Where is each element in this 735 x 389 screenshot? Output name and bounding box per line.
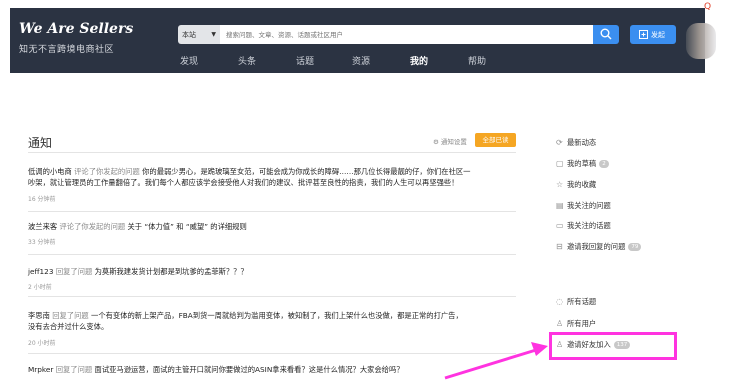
list-item: Mrpker 回复了问题 面试亚马逊运营，面试的主管开口就问你要做过的ASIN拿…	[28, 364, 518, 375]
search-icon	[600, 28, 612, 40]
sidebar-item-followed-questions[interactable]: ▤ 我关注的问题	[556, 201, 611, 213]
topic-icon: ◌	[556, 297, 563, 306]
top-header: We Are Sellers 知无不言跨境电商社区 本站 ▼ 发起 发现 头条 …	[10, 8, 716, 73]
divider	[28, 152, 516, 153]
sidebar-item-label: 最新动态	[567, 138, 597, 147]
search-input[interactable]	[220, 25, 593, 44]
sidebar-item-label: 邀请我回复的问题	[567, 242, 626, 251]
list-item: 波兰来客 评论了你发起的问题 关于 “体力值” 和 “威望” 的详细规则 33 …	[28, 221, 518, 246]
sidebar-item-favorites[interactable]: ☆ 我的收藏	[556, 180, 596, 192]
nav-item-resources[interactable]: 资源	[352, 54, 370, 67]
sidebar-item-label: 我关注的话题	[567, 221, 611, 230]
corner-search-icon: Q	[704, 2, 712, 12]
notice-text[interactable]: 为莫斯我建发货计划都是到坑爹的孟菲斯？？？	[95, 267, 248, 276]
post-button[interactable]: 发起	[630, 25, 676, 44]
notice-actor[interactable]: 低调的小电商	[28, 167, 72, 176]
sidebar-item-invited-questions[interactable]: ⊟ 邀请我回复的问题 79	[556, 242, 642, 254]
notice-actor[interactable]: jeff123	[28, 267, 53, 276]
notice-text[interactable]: 一个有变体的新上架产品，FBA到货一周就给判为滥用变体，被知制了，我们上架什么也…	[91, 311, 463, 320]
sidebar-item-label: 所有用户	[567, 319, 597, 328]
user-icon: ♙	[556, 319, 564, 328]
nav-item-help[interactable]: 帮助	[468, 54, 486, 67]
notice-actor[interactable]: 波兰来客	[28, 222, 57, 231]
sidebar-item-drafts[interactable]: ▢ 我的草稿 2	[556, 159, 609, 171]
nav-item-topics[interactable]: 话题	[296, 54, 314, 67]
notice-verb: 回复了问题	[52, 311, 89, 320]
search-scope-select[interactable]: 本站 ▼	[178, 25, 220, 44]
post-icon	[639, 30, 648, 39]
sidebar-item-label: 我的收藏	[567, 180, 597, 189]
highlight-box	[549, 332, 677, 360]
divider	[28, 353, 516, 354]
chevron-down-icon: ▼	[211, 31, 216, 38]
count-badge: 79	[628, 243, 642, 251]
page-title: 通知	[28, 136, 53, 150]
list-item: 低调的小电商 评论了你发起的问题 你的最弱少男心，是跪玻璃至女范，可能会成为你成…	[28, 166, 518, 203]
sidebar-item-label: 我的草稿	[567, 159, 597, 168]
gear-icon: ⚙	[433, 138, 439, 146]
chat-icon: ▭	[556, 221, 564, 230]
list-item: 李思南 回复了问题 一个有变体的新上架产品，FBA到货一周就给判为滥用变体，被知…	[28, 310, 518, 347]
sidebar-item-followed-topics[interactable]: ▭ 我关注的话题	[556, 221, 611, 233]
notice-time: 16 分钟前	[28, 196, 56, 203]
nav-item-mine[interactable]: 我的	[410, 54, 428, 67]
divider	[28, 254, 516, 255]
notice-verb: 回复了问题	[55, 267, 93, 276]
notice-time: 20 小时前	[28, 340, 56, 347]
divider	[28, 296, 516, 297]
notice-actor[interactable]: 李思南	[28, 311, 50, 320]
notice-verb: 回复了问题	[55, 365, 93, 374]
avatar[interactable]	[686, 23, 716, 59]
site-logo[interactable]: We Are Sellers	[19, 21, 133, 37]
notice-text[interactable]: 关于 “体力值” 和 “威望” 的详细规则	[128, 222, 247, 231]
notice-verb: 评论了你发起的问题	[59, 222, 126, 231]
notice-text-continued[interactable]: 吵架，就让管理员的工作量翻倍了。我们每个人都应该学会接受他人对我们的建议、批评甚…	[28, 178, 459, 187]
sidebar-item-all-users[interactable]: ♙ 所有用户	[556, 319, 596, 331]
post-button-label: 发起	[651, 31, 665, 39]
notice-text[interactable]: 面试亚马逊运营，面试的主管开口就问你要做过的ASIN拿来看看？这是什么情况？大家…	[95, 365, 404, 374]
sidebar-item-latest[interactable]: ⟳ 最新动态	[556, 138, 596, 150]
sidebar-item-label: 我关注的问题	[567, 201, 611, 210]
notice-time: 2 小时前	[28, 284, 52, 291]
mark-all-read-button[interactable]: 全部已读	[475, 133, 516, 147]
nav-item-discover[interactable]: 发现	[180, 54, 198, 67]
sidebar-item-label: 所有话题	[567, 297, 597, 306]
list-item: jeff123 回复了问题 为莫斯我建发货计划都是到坑爹的孟菲斯？？？ 2 小时…	[28, 266, 518, 291]
star-icon: ☆	[556, 180, 564, 189]
notice-verb: 评论了你发起的问题	[74, 167, 140, 176]
notification-settings-label: 通知设置	[440, 138, 467, 146]
notice-time: 33 分钟前	[28, 239, 56, 246]
nav-item-headlines[interactable]: 头条	[238, 54, 256, 67]
inbox-icon: ⊟	[556, 242, 563, 251]
notice-actor[interactable]: Mrpker	[28, 365, 53, 374]
notice-text-continued[interactable]: 没有去合并过什么变体。	[28, 322, 108, 331]
refresh-icon: ⟳	[556, 138, 563, 147]
notification-settings-link[interactable]: ⚙ 通知设置	[433, 136, 467, 146]
search-button[interactable]	[593, 25, 619, 44]
doc-icon: ▤	[556, 201, 564, 210]
draft-icon: ▢	[556, 159, 564, 168]
sidebar-item-all-topics[interactable]: ◌ 所有话题	[556, 297, 596, 309]
count-badge: 2	[599, 160, 609, 168]
search-scope-label: 本站	[182, 31, 196, 39]
notice-text[interactable]: 你的最弱少男心，是跪玻璃至女范，可能会成为你成长的障碍……那几位长得最靓的仔，你…	[142, 167, 470, 176]
divider	[28, 211, 516, 212]
site-tagline: 知无不言跨境电商社区	[19, 45, 115, 55]
